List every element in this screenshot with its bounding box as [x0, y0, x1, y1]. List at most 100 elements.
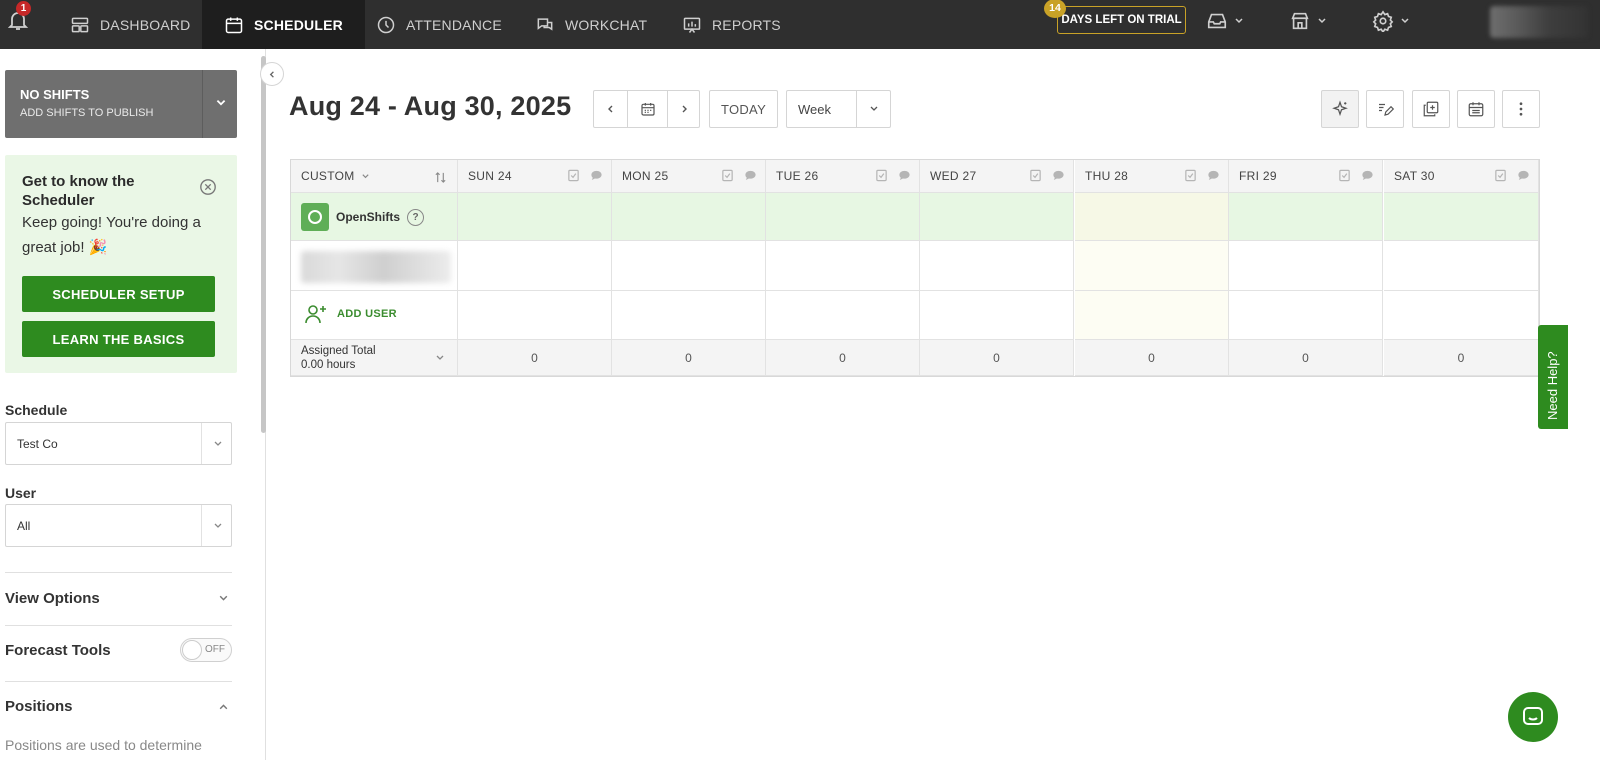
- nav-attendance[interactable]: ATTENDANCE: [376, 0, 502, 49]
- nav-attendance-label: ATTENDANCE: [406, 16, 502, 33]
- add-user-day-cell[interactable]: [1075, 291, 1229, 340]
- comment-icon[interactable]: [1361, 169, 1374, 182]
- day-header[interactable]: THU 28: [1075, 160, 1229, 193]
- need-help-label: Need Help?: [1545, 351, 1560, 420]
- day-header[interactable]: TUE 26: [766, 160, 920, 193]
- note-icon[interactable]: [721, 169, 734, 182]
- view-select[interactable]: Week: [786, 90, 891, 128]
- close-icon[interactable]: [199, 178, 217, 196]
- edit-schedule-button[interactable]: [1366, 90, 1404, 128]
- nav-reports[interactable]: REPORTS: [682, 0, 781, 49]
- inbox-menu[interactable]: [1206, 10, 1244, 32]
- user-shift-cell[interactable]: [612, 241, 766, 291]
- day-header[interactable]: SAT 30: [1384, 160, 1539, 193]
- user-shift-cell[interactable]: [458, 241, 612, 291]
- ai-assist-button[interactable]: [1321, 90, 1359, 128]
- note-icon[interactable]: [1184, 169, 1197, 182]
- day-total-cell[interactable]: 0: [458, 340, 612, 376]
- openshift-cell[interactable]: [766, 193, 920, 241]
- add-user-day-cell[interactable]: [1229, 291, 1383, 340]
- more-options-button[interactable]: [1502, 90, 1540, 128]
- add-user-button[interactable]: ADD USER: [303, 301, 397, 327]
- chevron-down-icon: [1318, 18, 1326, 24]
- note-icon[interactable]: [567, 169, 580, 182]
- chat-launcher-button[interactable]: [1508, 692, 1558, 742]
- help-icon[interactable]: ?: [407, 208, 425, 226]
- openshift-cell[interactable]: [1229, 193, 1383, 241]
- add-user-day-cell[interactable]: [612, 291, 766, 340]
- user-shift-cell[interactable]: [1075, 241, 1229, 291]
- openshifts-row-header[interactable]: OpenShifts ?: [291, 193, 458, 241]
- date-picker-button[interactable]: [627, 91, 667, 127]
- user-shift-cell[interactable]: [766, 241, 920, 291]
- user-shift-cell[interactable]: [1229, 241, 1383, 291]
- store-menu[interactable]: [1289, 10, 1327, 32]
- forecast-toggle[interactable]: OFF: [180, 638, 232, 662]
- need-help-tab[interactable]: Need Help?: [1538, 325, 1568, 429]
- note-icon[interactable]: [1494, 169, 1507, 182]
- copy-shifts-button[interactable]: [1412, 90, 1450, 128]
- day-total-cell[interactable]: 0: [1229, 340, 1383, 376]
- comment-icon[interactable]: [744, 169, 757, 182]
- user-row-header[interactable]: [291, 241, 458, 291]
- day-header[interactable]: FRI 29: [1229, 160, 1383, 193]
- sidebar-scrollbar[interactable]: [261, 56, 266, 433]
- openshift-cell[interactable]: [612, 193, 766, 241]
- comment-icon[interactable]: [1207, 169, 1220, 182]
- openshift-cell[interactable]: [458, 193, 612, 241]
- day-header-icons: [1184, 169, 1220, 182]
- avatar: [301, 251, 451, 283]
- day-header-icons: [875, 169, 911, 182]
- schedule-template-button[interactable]: [1457, 90, 1495, 128]
- openshift-cell[interactable]: [1075, 193, 1229, 241]
- day-total-cell[interactable]: 0: [1075, 340, 1229, 376]
- day-total-cell[interactable]: 0: [612, 340, 766, 376]
- day-total-value: 0: [685, 350, 692, 365]
- trial-button[interactable]: DAYS LEFT ON TRIAL: [1057, 6, 1186, 34]
- chevron-down-icon[interactable]: [215, 97, 227, 109]
- nav-dashboard[interactable]: DASHBOARD: [70, 0, 190, 49]
- openshift-cell[interactable]: [1384, 193, 1539, 241]
- day-label: TUE 26: [776, 169, 819, 183]
- assigned-total-cell[interactable]: Assigned Total 0.00 hours: [291, 340, 458, 376]
- user-shift-cell[interactable]: [920, 241, 1074, 291]
- day-total-cell[interactable]: 0: [766, 340, 920, 376]
- comment-icon[interactable]: [590, 169, 603, 182]
- add-user-day-cell[interactable]: [1384, 291, 1539, 340]
- nav-scheduler[interactable]: SCHEDULER: [202, 0, 365, 49]
- view-options-toggle[interactable]: View Options: [5, 586, 232, 610]
- comment-icon[interactable]: [1517, 169, 1530, 182]
- day-header[interactable]: MON 25: [612, 160, 766, 193]
- note-icon[interactable]: [1029, 169, 1042, 182]
- positions-toggle[interactable]: Positions: [5, 694, 232, 718]
- note-icon[interactable]: [875, 169, 888, 182]
- user-shift-cell[interactable]: [1384, 241, 1539, 291]
- add-user-day-cell[interactable]: [766, 291, 920, 340]
- openshift-cell[interactable]: [920, 193, 1074, 241]
- schedule-select[interactable]: Test Co: [5, 422, 232, 465]
- day-header[interactable]: WED 27: [920, 160, 1074, 193]
- day-total-cell[interactable]: 0: [1384, 340, 1539, 376]
- sort-column-header[interactable]: CUSTOM: [291, 160, 458, 193]
- scheduler-setup-button[interactable]: SCHEDULER SETUP: [22, 276, 215, 312]
- prev-week-button[interactable]: [594, 91, 627, 127]
- today-button[interactable]: TODAY: [709, 90, 778, 128]
- divider: [5, 625, 232, 626]
- next-week-button[interactable]: [667, 91, 699, 127]
- comment-icon[interactable]: [898, 169, 911, 182]
- collapse-sidebar-button[interactable]: [260, 62, 284, 86]
- user-select[interactable]: All: [5, 504, 232, 547]
- day-total-cell[interactable]: 0: [920, 340, 1074, 376]
- learn-basics-button[interactable]: LEARN THE BASICS: [22, 321, 215, 357]
- sort-icon[interactable]: [434, 171, 447, 184]
- publish-button[interactable]: NO SHIFTS ADD SHIFTS TO PUBLISH: [5, 70, 237, 138]
- day-header[interactable]: SUN 24: [458, 160, 612, 193]
- add-user-day-cell[interactable]: [458, 291, 612, 340]
- comment-icon[interactable]: [1052, 169, 1065, 182]
- user-menu-avatar[interactable]: [1490, 6, 1588, 38]
- add-user-day-cell[interactable]: [920, 291, 1074, 340]
- nav-workchat[interactable]: WORKCHAT: [535, 0, 647, 49]
- settings-menu[interactable]: [1372, 10, 1410, 32]
- note-icon[interactable]: [1338, 169, 1351, 182]
- toggle-knob: [182, 640, 202, 660]
